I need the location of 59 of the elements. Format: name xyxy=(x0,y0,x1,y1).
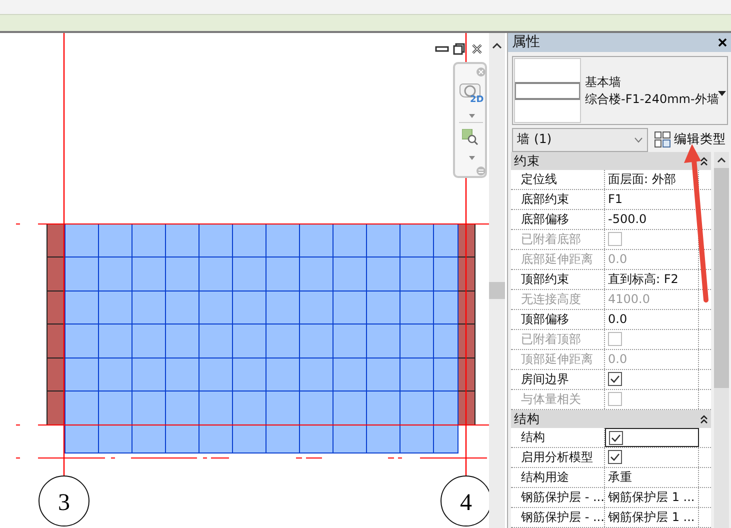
collapse-icon[interactable] xyxy=(700,156,708,166)
property-label: 已附着底部 xyxy=(511,230,605,249)
property-label: 与体量相关 xyxy=(511,390,605,409)
value-cell[interactable] xyxy=(605,448,699,467)
wall-section-icon xyxy=(515,80,580,102)
grid-label: 4 xyxy=(460,490,472,516)
property-value[interactable]: 直到标高: F2 xyxy=(605,270,699,289)
edit-type-button[interactable]: 编辑类型 xyxy=(652,130,728,149)
scroll-thumb[interactable] xyxy=(714,168,729,388)
property-label: 已附着顶部 xyxy=(511,330,605,349)
minimize-icon xyxy=(435,44,449,53)
property-label: 底部延伸距离 xyxy=(511,250,605,269)
type-family-label: 基本墙 xyxy=(585,74,622,90)
property-label: 底部约束 xyxy=(511,190,605,209)
grid-label: 3 xyxy=(58,490,70,516)
dropdown-caret-icon[interactable] xyxy=(469,156,475,160)
property-label: 结构用途 xyxy=(511,468,605,487)
dropdown-caret-icon xyxy=(718,91,726,96)
dropdown-caret-icon[interactable] xyxy=(469,114,475,118)
scroll-up-icon[interactable] xyxy=(492,43,502,49)
type-selector[interactable]: 基本墙 综合楼-F1-240mm-外墙 xyxy=(512,56,728,125)
value-cell[interactable] xyxy=(605,370,699,389)
scroll-thumb[interactable] xyxy=(489,282,505,299)
element-filter-dropdown[interactable]: 墙 (1) xyxy=(512,128,648,152)
property-label: 钢筋保护层 - ... xyxy=(511,508,605,527)
property-label: 房间边界 xyxy=(511,370,605,389)
category-header[interactable]: 约束 xyxy=(511,152,711,170)
value-cell[interactable] xyxy=(605,428,699,447)
property-value[interactable]: -500.0 xyxy=(605,210,699,229)
property-label: 顶部偏移 xyxy=(511,310,605,329)
edit-type-icon xyxy=(654,131,671,148)
property-label: 无连接高度 xyxy=(511,290,605,309)
panel-title: 属性 xyxy=(512,33,540,52)
checkbox[interactable] xyxy=(609,431,623,445)
property-label: 结构 xyxy=(511,428,605,447)
checkbox[interactable] xyxy=(608,450,622,464)
collapse-icon[interactable] xyxy=(700,414,708,424)
caret-icon xyxy=(634,136,643,142)
property-value[interactable]: 钢筋保护层 1 ... xyxy=(605,508,699,527)
property-value[interactable]: F1 xyxy=(605,190,699,209)
scrollbar[interactable] xyxy=(489,33,505,528)
property-label: 底部偏移 xyxy=(511,210,605,229)
zoom-region-icon[interactable] xyxy=(462,129,478,145)
checkbox[interactable] xyxy=(608,372,622,386)
scrollbar[interactable] xyxy=(714,152,729,528)
property-label: 钢筋保护层 - ... xyxy=(511,488,605,507)
close-icon xyxy=(471,42,483,55)
property-value[interactable]: 承重 xyxy=(605,468,699,487)
property-value[interactable]: 0.0 xyxy=(605,310,699,329)
restore-icon xyxy=(453,42,465,55)
type-name-label: 综合楼-F1-240mm-外墙 xyxy=(585,90,719,108)
property-label: 启用分析模型 xyxy=(511,448,605,467)
property-label: 定位线 xyxy=(511,170,605,189)
property-label: 顶部延伸距离 xyxy=(511,350,605,369)
category-header[interactable]: 结构 xyxy=(511,410,711,428)
view-mode-label: 2D xyxy=(470,96,484,105)
property-value[interactable]: 钢筋保护层 1 ... xyxy=(605,488,699,507)
property-label: 顶部约束 xyxy=(511,270,605,289)
property-value[interactable]: 面层面: 外部 xyxy=(605,170,699,189)
